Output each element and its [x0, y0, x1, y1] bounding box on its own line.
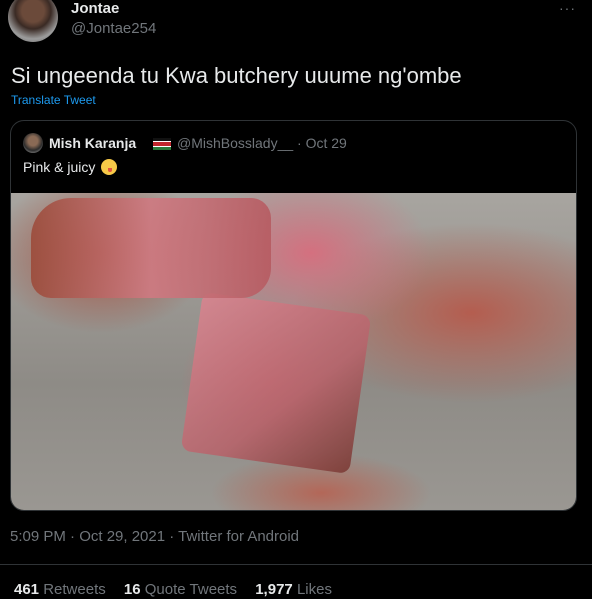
translate-tweet-link[interactable]: Translate Tweet	[11, 93, 96, 107]
quoted-image[interactable]	[11, 193, 576, 510]
quote-count: 16	[123, 581, 141, 598]
quoted-handle-date[interactable]: @MishBosslady__ · Oct 29	[177, 135, 347, 151]
quoted-avatar[interactable]	[23, 133, 43, 153]
tweet-text: Si ungeenda tu Kwa butchery uuume ng'omb…	[11, 63, 462, 88]
quote-tweets-stat[interactable]: 16 Quote Tweets	[124, 581, 241, 598]
author-handle[interactable]: @Jontae254	[71, 20, 156, 37]
tweet-stats: 461 Retweets 16 Quote Tweets 1,977 Likes	[14, 581, 346, 598]
retweets-label: Retweets	[43, 581, 106, 598]
retweets-count: 461	[14, 581, 40, 598]
yum-emoji-icon	[101, 159, 118, 175]
likes-count: 1,977	[255, 581, 293, 598]
quoted-text-content: Pink & juicy	[23, 159, 96, 175]
likes-stat[interactable]: 1,977 Likes	[255, 581, 332, 598]
author-avatar[interactable]	[8, 0, 58, 42]
quoted-tweet[interactable]: Mish Karanja @MishBosslady__ · Oct 29 Pi…	[10, 120, 577, 511]
author-name[interactable]: Jontae	[71, 0, 119, 17]
quoted-text: Pink & juicy	[23, 159, 118, 175]
tweet-meta: 5:09 PM · Oct 29, 2021 · Twitter for And…	[10, 528, 300, 545]
kenya-flag-icon	[153, 138, 171, 150]
divider	[0, 564, 592, 565]
retweets-stat[interactable]: 461 Retweets	[14, 581, 110, 598]
likes-label: Likes	[296, 581, 332, 598]
quote-label: Quote Tweets	[144, 581, 238, 598]
more-options-icon[interactable]: ···	[559, 0, 576, 16]
quoted-author-name[interactable]: Mish Karanja	[49, 135, 136, 151]
